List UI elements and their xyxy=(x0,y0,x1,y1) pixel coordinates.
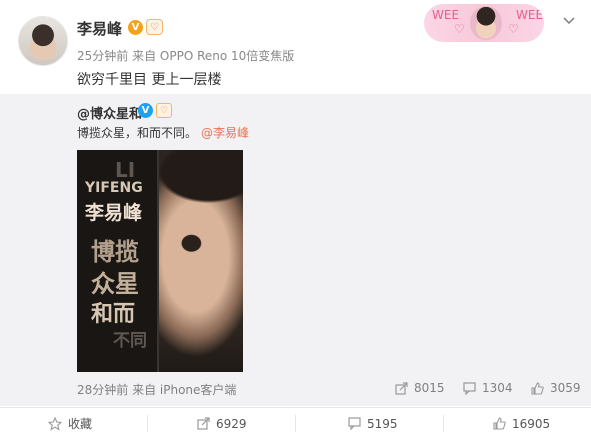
poster-text-yifeng: YIFENG xyxy=(85,180,143,196)
poster-text-line3: 和而 xyxy=(91,302,136,327)
thumbs-up-icon xyxy=(492,417,506,431)
verified-badge-icon[interactable]: V xyxy=(138,103,153,118)
heart-icon: ♡ xyxy=(508,22,519,36)
separator xyxy=(443,415,444,432)
share-count: 6929 xyxy=(216,416,247,431)
decoration-banner[interactable]: WEE ♡ ♡ WEE xyxy=(424,4,544,42)
comment-count: 1304 xyxy=(482,381,513,395)
repost-comment-button[interactable]: 1304 xyxy=(462,381,513,395)
repost-text: 博揽众星，和而不同。 @李易峰 xyxy=(77,124,249,141)
action-bar: 收藏 6929 5195 16905 xyxy=(0,407,591,438)
mention-link[interactable]: @李易峰 xyxy=(201,126,249,140)
poster-text-name: 李易峰 xyxy=(85,202,143,224)
repost-count: 8015 xyxy=(414,381,445,395)
author-avatar[interactable] xyxy=(18,16,68,66)
post-content: 欲穷千里目 更上一层楼 xyxy=(77,72,222,88)
comment-icon xyxy=(462,381,476,395)
fan-badge-icon[interactable]: ♡ xyxy=(156,103,172,118)
share-button[interactable]: 6929 xyxy=(196,408,247,439)
comment-count: 5195 xyxy=(367,416,398,431)
banner-face-image xyxy=(470,6,502,40)
chevron-down-icon[interactable] xyxy=(562,14,576,28)
poster-divider xyxy=(157,150,159,372)
share-icon xyxy=(196,417,210,431)
thumbs-up-icon xyxy=(530,381,544,395)
poster-text-line4: 不同 xyxy=(113,331,147,351)
author-name[interactable]: 李易峰 xyxy=(77,18,122,39)
comment-icon xyxy=(347,417,361,431)
emoji-left: WEE xyxy=(432,8,460,22)
repost-share-button[interactable]: 8015 xyxy=(394,381,445,395)
repost-text-body: 博揽众星，和而不同。 xyxy=(77,126,198,140)
like-button[interactable]: 16905 xyxy=(492,408,550,439)
weibo-card: 李易峰 V ♡ 25分钟前 来自 OPPO Reno 10倍变焦版 欲穷千里目 … xyxy=(0,0,591,438)
repost-box: @博众星和 V ♡ 博揽众星，和而不同。 @李易峰 LI YIFENG 李易峰 博… xyxy=(0,94,591,406)
repost-like-button[interactable]: 3059 xyxy=(530,381,581,395)
separator xyxy=(147,415,148,432)
poster-text-line2: 众星 xyxy=(91,270,139,298)
like-count: 16905 xyxy=(512,416,551,431)
poster-text-line1: 博揽 xyxy=(91,238,139,266)
poster-face xyxy=(157,150,243,372)
star-icon xyxy=(48,416,62,431)
repost-author[interactable]: @博众星和 xyxy=(77,103,142,122)
poster-image[interactable]: LI YIFENG 李易峰 博揽 众星 和而 不同 xyxy=(77,150,243,372)
fan-badge-icon[interactable]: ♡ xyxy=(146,19,163,35)
comment-button[interactable]: 5195 xyxy=(347,408,398,439)
separator xyxy=(295,415,296,432)
favorite-label: 收藏 xyxy=(68,417,93,431)
heart-icon: ♡ xyxy=(454,22,465,36)
emoji-right: WEE xyxy=(516,8,544,22)
like-count: 3059 xyxy=(550,381,581,395)
verified-badge-icon[interactable]: V xyxy=(128,20,143,35)
favorite-button[interactable]: 收藏 xyxy=(48,408,92,439)
share-icon xyxy=(394,381,408,395)
post-meta: 25分钟前 来自 OPPO Reno 10倍变焦版 xyxy=(77,49,295,63)
poster-text-li: LI xyxy=(115,158,136,182)
repost-meta: 28分钟前 来自 iPhone客户端 xyxy=(77,383,237,397)
